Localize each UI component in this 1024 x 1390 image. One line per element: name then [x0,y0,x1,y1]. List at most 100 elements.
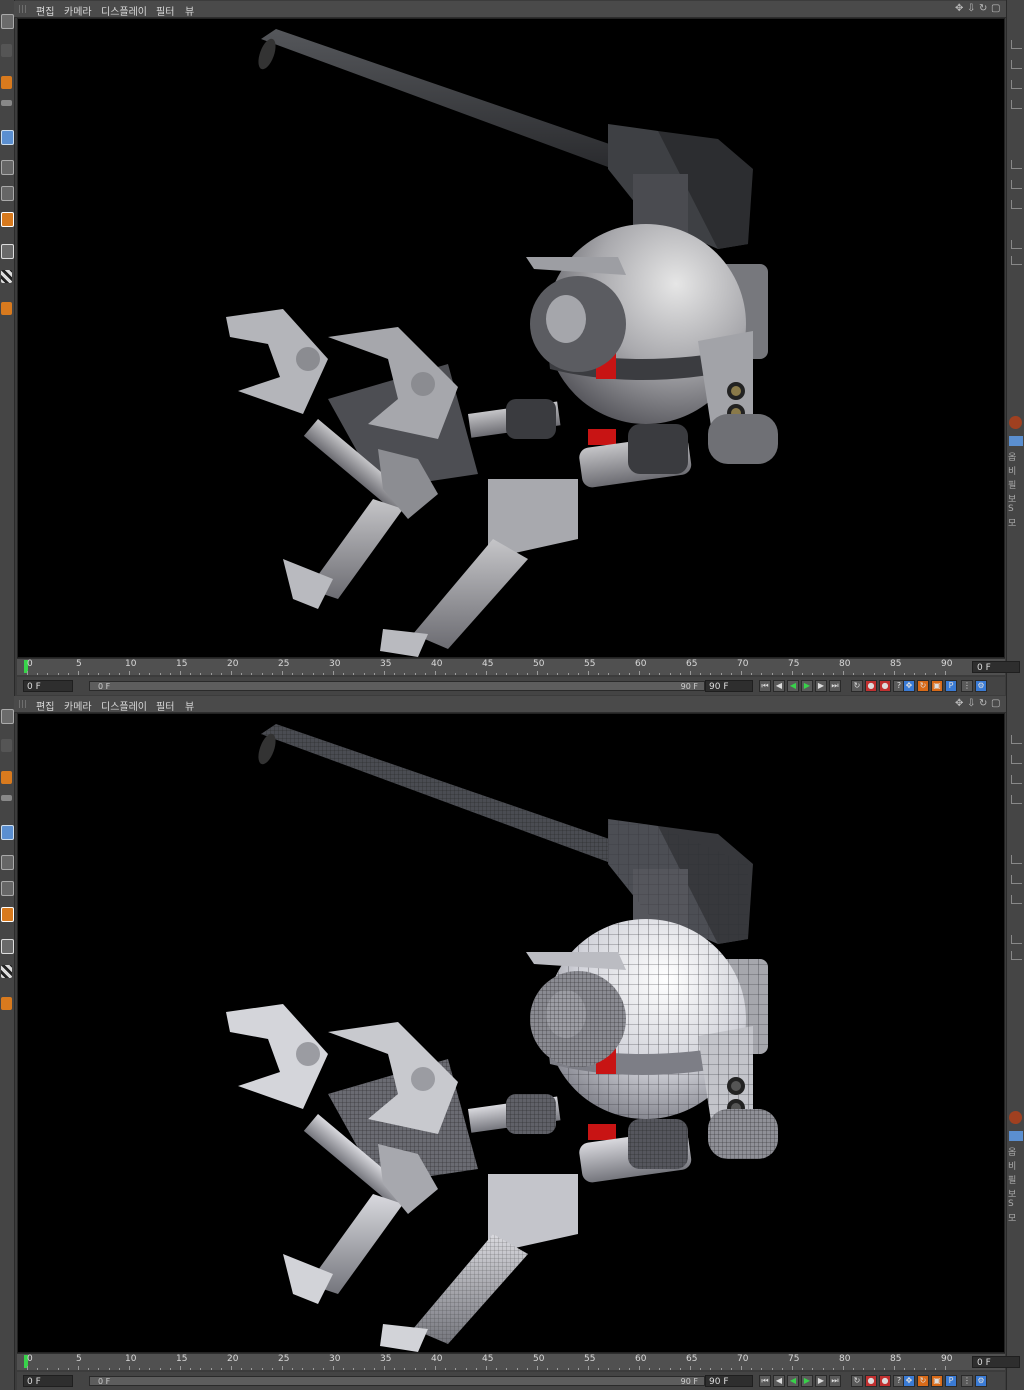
record-key-icon[interactable]: ● [865,680,877,692]
loop-icon[interactable]: ↻ [851,1375,863,1387]
joint-icon[interactable] [1,302,12,315]
play-backward-icon[interactable]: ◀ [787,680,799,692]
down-arrow-icon[interactable]: ⇩ [967,3,975,14]
tree-item[interactable] [1011,40,1022,49]
menu-filter[interactable]: 필터 [156,3,174,18]
start-frame-field[interactable]: 0 F [23,680,73,692]
rotate-icon[interactable]: ↻ [979,698,987,709]
goto-start-icon[interactable]: ⏮ [759,680,771,692]
goto-end-icon[interactable]: ⏭ [829,1375,841,1387]
scale-key-icon[interactable]: ▣ [931,1375,943,1387]
checker-icon[interactable] [1,739,12,752]
tree-item[interactable] [1011,775,1022,784]
tree-item[interactable] [1011,735,1022,744]
viewport-top[interactable] [17,18,1005,658]
tree-item[interactable] [1011,875,1022,884]
tree-item[interactable] [1011,180,1022,189]
grid-icon[interactable] [1,855,14,870]
scale-key-icon[interactable]: ▣ [931,680,943,692]
play-icon[interactable]: ▶ [801,680,813,692]
tree-item[interactable] [1011,60,1022,69]
loop-icon[interactable]: ↻ [851,680,863,692]
joint-icon[interactable] [1,997,12,1010]
record-icon[interactable] [1009,416,1022,429]
rotate-key-icon[interactable]: ↻ [917,680,929,692]
current-frame-field[interactable]: 0 F [972,661,1020,673]
arrow-icon[interactable] [1,100,12,106]
grid-icon[interactable] [1,160,14,175]
attribute-tab[interactable] [1009,436,1023,446]
tree-item[interactable] [1011,795,1022,804]
grid2-icon[interactable] [1,881,14,896]
current-frame-field[interactable]: 0 F [972,1356,1020,1368]
cube-icon[interactable] [1,825,14,840]
goto-start-icon[interactable]: ⏮ [759,1375,771,1387]
param-key-icon[interactable]: P [945,680,957,692]
checkerboard-icon[interactable] [1,965,12,978]
tree-item[interactable] [1011,935,1022,944]
menu-edit[interactable]: 편집 [36,3,54,18]
view-icon[interactable] [1,709,14,724]
rotate-icon[interactable]: ↻ [979,3,987,14]
tree-item[interactable] [1011,895,1022,904]
grid-key-icon[interactable]: ⋮ [961,680,973,692]
checkerboard-icon[interactable] [1,270,12,283]
menu-filter[interactable]: 필터 [156,698,174,713]
rotate-key-icon[interactable]: ↻ [917,1375,929,1387]
menu-camera[interactable]: 카메라 [64,3,92,18]
viewport-bottom[interactable] [17,713,1005,1353]
texture-icon[interactable] [1,939,14,954]
move-icon[interactable]: ✥ [955,3,963,14]
menu-display[interactable]: 디스플레이 [101,698,147,713]
start-frame-field[interactable]: 0 F [23,1375,73,1387]
menu-edit[interactable]: 편집 [36,698,54,713]
param-key-icon[interactable]: P [945,1375,957,1387]
down-arrow-icon[interactable]: ⇩ [967,698,975,709]
menu-camera[interactable]: 카메라 [64,698,92,713]
tree-item[interactable] [1011,200,1022,209]
goto-end-icon[interactable]: ⏭ [829,680,841,692]
texture-icon[interactable] [1,244,14,259]
tree-item[interactable] [1011,855,1022,864]
object-icon[interactable] [1,212,14,227]
menu-view[interactable]: 뷰 [185,3,194,18]
prev-key-icon[interactable]: ◀ [773,1375,785,1387]
tree-item[interactable] [1011,100,1022,109]
tree-item[interactable] [1011,160,1022,169]
record-key-icon[interactable]: ● [865,1375,877,1387]
cube-icon[interactable] [1,130,14,145]
timeline-ruler[interactable]: 0 5 10 15 20 25 30 35 40 45 50 55 60 65 … [17,1353,1020,1370]
timeline-ruler[interactable]: 0 5 10 15 20 25 30 35 40 45 50 55 60 65 … [17,658,1020,675]
maximize-icon[interactable]: ▢ [991,698,1000,709]
settings-key-icon[interactable]: ⚙ [975,680,987,692]
move-key-icon[interactable]: ✥ [903,680,915,692]
record-icon[interactable] [1009,1111,1022,1124]
next-key-icon[interactable]: ▶ [815,680,827,692]
tree-item[interactable] [1011,240,1022,249]
play-icon[interactable]: ▶ [801,1375,813,1387]
menu-view[interactable]: 뷰 [185,698,194,713]
object-icon[interactable] [1,907,14,922]
view-icon[interactable] [1,14,14,29]
frame-range-slider[interactable]: 0 F 90 F [89,1376,705,1386]
menu-display[interactable]: 디스플레이 [101,3,147,18]
attribute-tab[interactable] [1009,1131,1023,1141]
tree-item[interactable] [1011,755,1022,764]
tree-item[interactable] [1011,951,1022,960]
grid2-icon[interactable] [1,186,14,201]
checker-icon[interactable] [1,44,12,57]
frame-range-slider[interactable]: 0 F 90 F [89,681,705,691]
move-icon[interactable]: ✥ [955,698,963,709]
tree-item[interactable] [1011,256,1022,265]
end-frame-field[interactable]: 90 F [705,1375,753,1387]
play-backward-icon[interactable]: ◀ [787,1375,799,1387]
arrow-icon[interactable] [1,795,12,801]
settings-key-icon[interactable]: ⚙ [975,1375,987,1387]
auto-key-icon[interactable]: ● [879,680,891,692]
cone-icon[interactable] [1,771,12,784]
tree-item[interactable] [1011,80,1022,89]
move-key-icon[interactable]: ✥ [903,1375,915,1387]
cone-icon[interactable] [1,76,12,89]
next-key-icon[interactable]: ▶ [815,1375,827,1387]
maximize-icon[interactable]: ▢ [991,3,1000,14]
